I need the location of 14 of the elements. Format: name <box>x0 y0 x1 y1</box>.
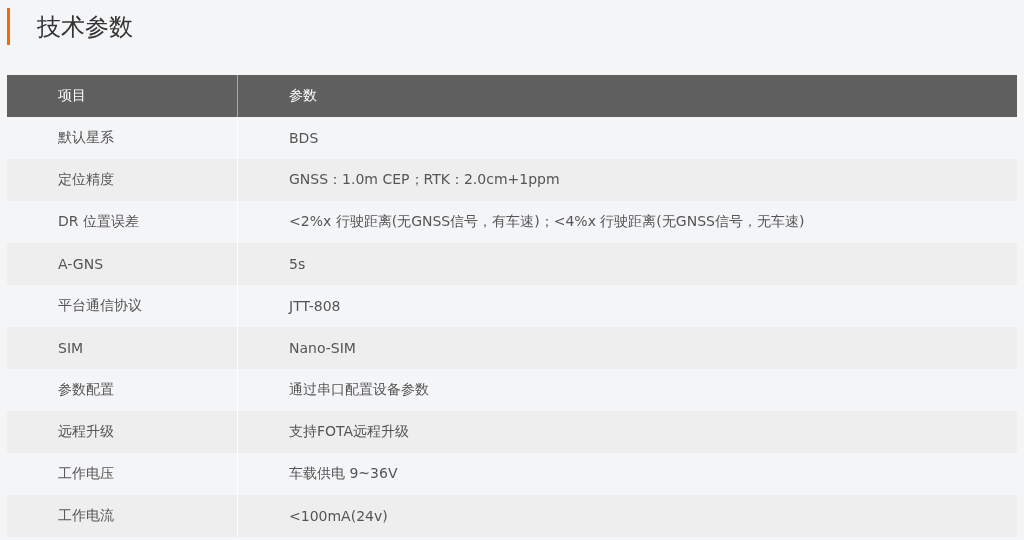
table-cell-text: 工作电流 <box>57 506 115 525</box>
table-cell-text: 默认星系 <box>57 128 115 147</box>
title-accent-bar <box>7 8 10 45</box>
table-cell-text: 参数配置 <box>57 380 115 399</box>
table-cell-text: 定位精度 <box>57 170 115 189</box>
table-cell-text: DR 位置误差 <box>57 212 140 231</box>
table-cell-text: 远程升级 <box>57 422 115 441</box>
table-cell-text: 工作电压 <box>57 464 115 483</box>
table-cell-text: SIM <box>57 339 85 358</box>
table-cell-text: 平台通信协议 <box>57 296 143 315</box>
section-title: 技术参数 <box>37 11 133 43</box>
table-cell: <100mA(24v) <box>237 495 1017 537</box>
column-header: 项目 <box>57 86 87 105</box>
table-cell-text: A-GNS <box>57 255 105 274</box>
